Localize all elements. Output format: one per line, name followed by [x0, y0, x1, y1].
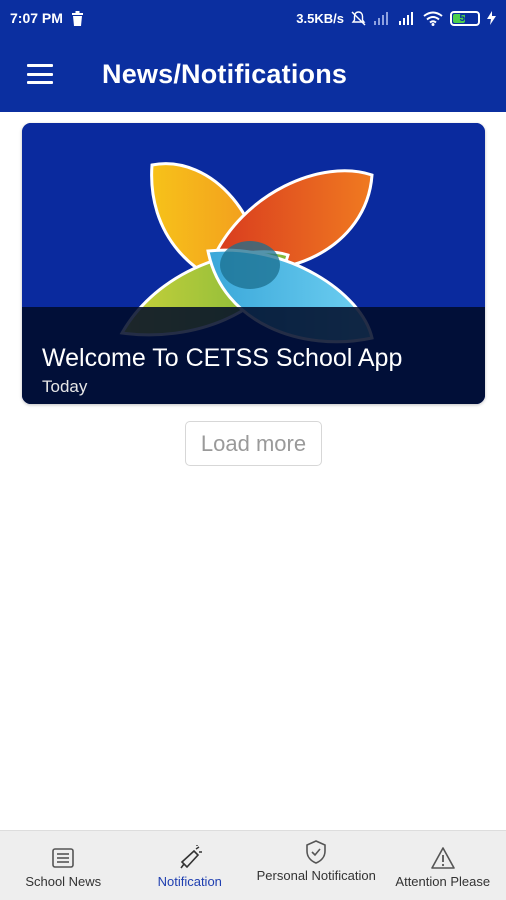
nav-item-personal-notification[interactable]: Personal Notification — [253, 831, 380, 900]
wifi-icon — [423, 11, 443, 26]
page-title: News/Notifications — [102, 58, 348, 89]
nav-label-personal-notification: Personal Notification — [256, 868, 376, 883]
nav-item-school-news[interactable]: School News — [0, 831, 127, 900]
news-caption: Welcome To CETSS School App Today — [22, 307, 485, 404]
shield-icon — [306, 840, 327, 864]
battery-level: 53 — [459, 12, 471, 24]
warning-icon — [430, 847, 455, 869]
bottom-navigation: School News Notification Personal Notifi… — [0, 830, 506, 900]
news-date: Today — [42, 377, 88, 396]
nav-label-notification: Notification — [157, 874, 222, 889]
load-more-button[interactable]: Load more — [185, 421, 322, 466]
news-card[interactable]: Welcome To CETSS School App Today — [22, 123, 485, 404]
charging-icon — [487, 11, 496, 25]
nav-label-school-news: School News — [25, 874, 102, 889]
megaphone-icon — [180, 845, 202, 869]
nav-item-notification[interactable]: Notification — [127, 831, 254, 900]
nav-item-attention-please[interactable]: Attention Please — [380, 831, 506, 900]
battery-indicator: 53 — [450, 10, 480, 26]
news-title: Welcome To CETSS School App — [42, 344, 403, 372]
menu-button[interactable] — [0, 36, 80, 112]
nav-label-attention-please: Attention Please — [395, 874, 491, 889]
status-time: 7:07 PM — [10, 10, 63, 26]
signal-weak-icon — [374, 12, 388, 25]
mute-bell-icon — [351, 10, 366, 25]
signal-icon — [399, 12, 413, 25]
trash-icon — [71, 10, 83, 26]
hamburger-menu-icon — [27, 64, 53, 84]
app-bar: News/Notifications — [0, 36, 506, 112]
status-bar: 7:07 PM 3.5KB/s 53 — [0, 0, 506, 36]
network-speed: 3.5KB/s — [296, 10, 344, 26]
newspaper-icon — [52, 848, 75, 868]
